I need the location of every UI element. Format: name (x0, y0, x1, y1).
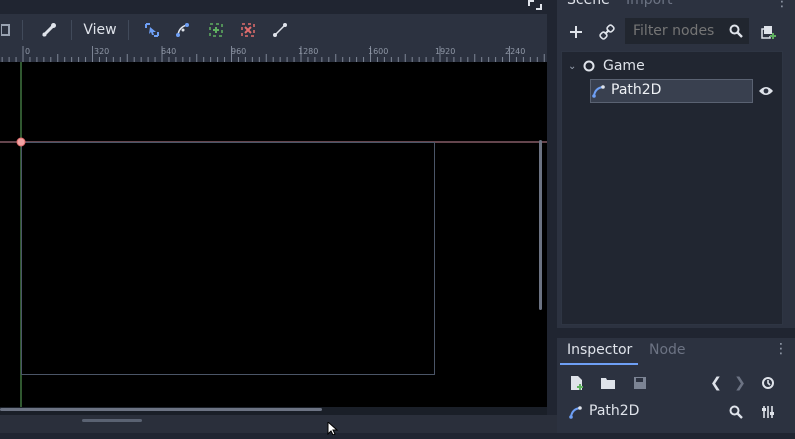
select-points-icon[interactable] (139, 14, 165, 46)
history-back-icon[interactable]: ❮ (707, 373, 725, 393)
delete-point-icon[interactable] (235, 14, 261, 46)
toolbar-separator (22, 20, 23, 40)
grid-snap-icon[interactable] (0, 14, 14, 46)
history-forward-icon[interactable]: ❯ (731, 373, 749, 393)
vertical-scrollbar[interactable] (539, 140, 542, 310)
ruler-label: 320 (94, 47, 110, 56)
path2d-icon (567, 403, 585, 421)
search-icon[interactable] (726, 403, 746, 421)
inspected-object-name[interactable]: Path2D (589, 403, 639, 419)
toolbar-separator (71, 20, 72, 40)
dock-menu-icon[interactable]: ⋮ (775, 0, 789, 10)
close-curve-icon[interactable] (267, 14, 293, 46)
search-icon[interactable] (726, 20, 746, 42)
view-menu[interactable]: View (78, 14, 122, 46)
path-point (16, 137, 26, 147)
tree-item-label: Path2D (611, 82, 662, 98)
canvas-toolbar: View (0, 14, 547, 46)
active-tab-indicator (560, 363, 638, 365)
open-folder-icon[interactable] (598, 373, 618, 393)
ruler-label: 960 (231, 47, 247, 56)
new-resource-icon[interactable] (567, 373, 587, 393)
tree-item-label: Game (603, 58, 645, 74)
visibility-eye-icon[interactable] (757, 82, 775, 100)
add-point-plus-icon[interactable] (203, 14, 229, 46)
node-icon (582, 59, 596, 73)
history-icon[interactable] (758, 373, 778, 393)
ruler-label: 1600 (368, 47, 389, 56)
canvas-2d[interactable] (0, 62, 547, 407)
maximize-icon[interactable] (527, 0, 543, 10)
split-handle[interactable] (82, 419, 142, 422)
add-node-icon[interactable] (565, 20, 587, 44)
ruler-label: 0 (25, 47, 31, 56)
path2d-icon (591, 82, 607, 100)
ruler-ticks (1, 46, 545, 62)
chevron-down-icon[interactable]: ⌄ (568, 61, 578, 72)
ruler-label: 1280 (298, 47, 319, 56)
tab-inspector[interactable]: Inspector (567, 342, 632, 358)
viewport-rect (21, 142, 435, 375)
curve-icon[interactable] (170, 14, 196, 46)
toolbar-separator (128, 20, 129, 40)
attach-script-icon[interactable] (758, 20, 780, 44)
ruler-label: 640 (161, 47, 177, 56)
tree-row-game[interactable]: ⌄ Game (562, 54, 782, 78)
tab-node[interactable]: Node (649, 342, 686, 358)
mouse-cursor-icon (327, 420, 339, 436)
ruler-label: 1920 (435, 47, 456, 56)
horizontal-ruler: 0 320 640 960 1280 1600 1920 2240 (0, 46, 547, 63)
tab-scene[interactable]: Scene (567, 0, 610, 8)
instance-link-icon[interactable] (596, 20, 618, 44)
dock-menu-icon[interactable]: ⋮ (774, 341, 788, 357)
ruler-label: 2240 (505, 47, 526, 56)
tab-import[interactable]: Import (626, 0, 672, 8)
bottom-panel-bar (0, 415, 557, 433)
object-properties-icon[interactable] (758, 403, 778, 421)
bone-icon[interactable] (36, 14, 62, 46)
save-icon[interactable] (630, 373, 650, 393)
scene-dock-tabs: Scene Import ⋮ (557, 0, 795, 13)
horizontal-scrollbar[interactable] (0, 408, 322, 411)
